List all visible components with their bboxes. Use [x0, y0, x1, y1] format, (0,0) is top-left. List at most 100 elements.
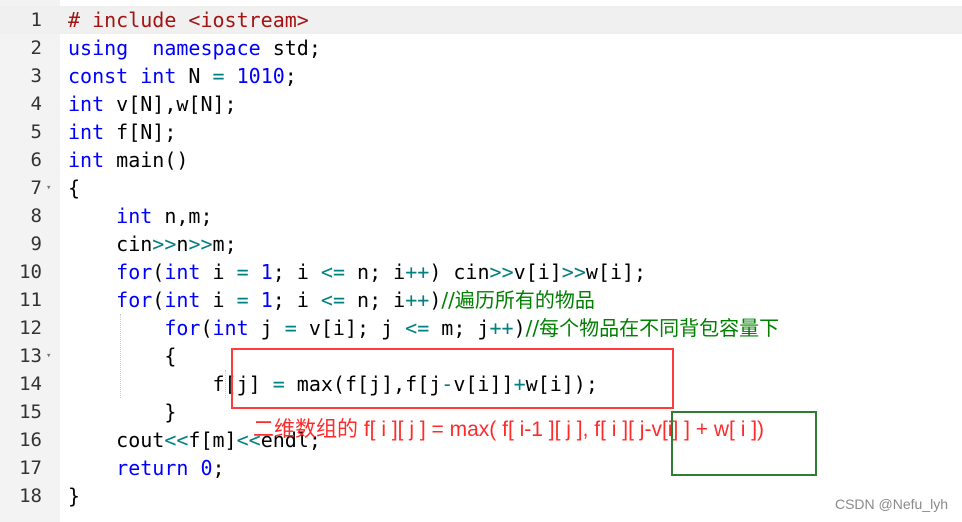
code-line[interactable]: 3 const int N = 1010; [0, 62, 962, 90]
code-token: ( [200, 316, 213, 340]
line-number: 14 [19, 373, 42, 395]
fold-arrow-icon[interactable]: ▾ [46, 342, 51, 370]
line-number: 15 [19, 401, 42, 423]
line-number: 4 [30, 93, 42, 115]
code-text: for(int i = 1; i <= n; i++) cin>>v[i]>>w… [68, 258, 646, 286]
code-token: # include <iostream> [68, 8, 309, 32]
code-line[interactable]: 4 int v[N],w[N]; [0, 90, 962, 118]
code-token: namespace [152, 36, 261, 60]
line-number: 12 [19, 317, 42, 339]
code-text: int n,m; [68, 202, 213, 230]
code-token: >> [489, 260, 514, 284]
line-number: 8 [30, 205, 42, 227]
code-token: 1 [260, 260, 273, 284]
line-number: 2 [30, 37, 42, 59]
code-token: for [116, 288, 153, 312]
code-token: for [164, 316, 201, 340]
code-token: ( [152, 288, 165, 312]
code-line[interactable]: 17 return 0; [0, 454, 962, 482]
code-token: v[i] [513, 260, 562, 284]
code-token: n [176, 232, 189, 256]
code-token: ) cin [429, 260, 490, 284]
line-number: 1 [30, 9, 42, 31]
code-token: = [236, 260, 249, 284]
code-line[interactable]: 8 int n,m; [0, 202, 962, 230]
code-line[interactable]: 6 int main() [0, 146, 962, 174]
code-token: = [284, 316, 297, 340]
code-token: int [164, 260, 201, 284]
code-token: v[i]; j [296, 316, 406, 340]
code-token: //每个物品在不同背包容量下 [525, 316, 780, 340]
code-token: w[i]; [585, 260, 647, 284]
code-text: for(int j = v[i]; j <= m; j++)//每个物品在不同背… [68, 314, 779, 342]
code-token: i [200, 260, 237, 284]
code-token: ; i [272, 288, 321, 312]
code-token: 0 [200, 456, 213, 480]
code-token: j [248, 316, 285, 340]
code-token: { [68, 176, 81, 200]
code-token: >> [188, 232, 213, 256]
code-token: ; i [272, 260, 321, 284]
code-token: << [164, 428, 189, 452]
code-line[interactable]: 1 # include <iostream> [0, 6, 962, 34]
code-token: ) [429, 288, 442, 312]
code-line[interactable]: 10 for(int i = 1; i <= n; i++) cin>>v[i]… [0, 258, 962, 286]
code-line[interactable]: 18} [0, 482, 962, 510]
fold-arrow-icon[interactable]: ▾ [46, 174, 51, 202]
code-token: ; [284, 64, 297, 88]
code-token: n,m; [152, 204, 213, 228]
line-number: 9 [30, 233, 42, 255]
code-text: cin>>n>>m; [68, 230, 237, 258]
code-token: m; [212, 232, 237, 256]
code-token: ++ [489, 316, 514, 340]
line-number: 11 [19, 289, 42, 311]
line-number: 7 [30, 177, 42, 199]
code-text: int main() [68, 146, 188, 174]
code-token: using [68, 36, 129, 60]
code-line[interactable]: 5 int f[N]; [0, 118, 962, 146]
code-line[interactable]: 11 for(int i = 1; i <= n; i++)//遍历所有的物品 [0, 286, 962, 314]
code-token: <= [320, 260, 345, 284]
highlight-box-red [231, 348, 674, 409]
code-text: { [68, 342, 176, 370]
code-token: std; [260, 36, 321, 60]
code-token: cin [68, 232, 153, 256]
code-text: } [68, 482, 80, 510]
code-token: <= [405, 316, 430, 340]
highlight-box-green [671, 411, 817, 476]
code-token: cout [68, 428, 165, 452]
code-text: return 0; [68, 454, 224, 482]
indent-guide [120, 314, 121, 398]
code-token: f[m] [188, 428, 237, 452]
code-line[interactable]: 2 using namespace std; [0, 34, 962, 62]
code-token: int [164, 288, 201, 312]
code-line[interactable]: 7 ▾ { [0, 174, 962, 202]
code-token: m; j [429, 316, 490, 340]
code-text: { [68, 174, 80, 202]
line-number: 16 [19, 429, 42, 451]
code-text: # include <iostream> [68, 6, 309, 34]
line-number: 3 [30, 65, 42, 87]
code-token: = [236, 288, 249, 312]
code-token: int [116, 204, 153, 228]
code-token: i [200, 288, 237, 312]
line-number: 17 [19, 457, 42, 479]
indent-guide [225, 370, 226, 398]
code-token: int [212, 316, 249, 340]
code-text: int f[N]; [68, 118, 176, 146]
code-token: return [116, 456, 189, 480]
line-number: 6 [30, 149, 42, 171]
code-line[interactable]: 9 cin>>n>>m; [0, 230, 962, 258]
code-line[interactable]: 12 for(int j = v[i]; j <= m; j++)//每个物品在… [0, 314, 962, 342]
code-token: ++ [405, 260, 430, 284]
code-token: ) [513, 316, 526, 340]
code-token: f[N]; [104, 120, 177, 144]
code-token: } [68, 400, 177, 424]
